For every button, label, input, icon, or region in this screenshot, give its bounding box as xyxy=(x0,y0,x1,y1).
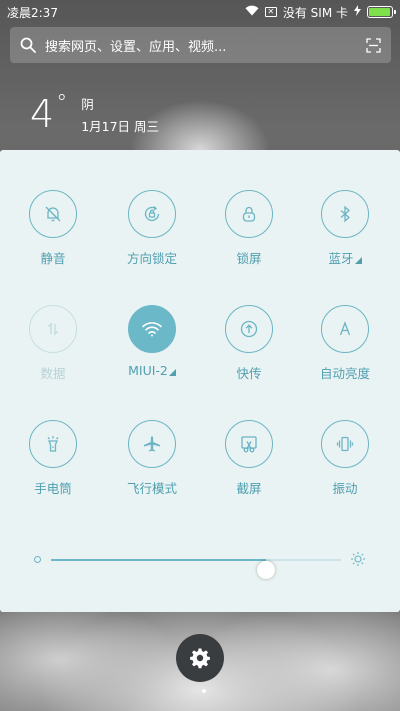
tile-auto-brightness[interactable]: 自动亮度 xyxy=(300,305,390,382)
status-time: 凌晨2:37 xyxy=(7,5,58,20)
expand-indicator-icon xyxy=(354,257,362,264)
weather-date: 1月17日 周三 xyxy=(81,119,160,134)
tile-silent[interactable]: 静音 xyxy=(8,190,98,267)
brightness-high-icon xyxy=(350,551,366,571)
sim-x-icon: ✕ xyxy=(264,7,277,17)
tile-bluetooth[interactable]: 蓝牙 xyxy=(300,190,390,267)
tile-label: 手电筒 xyxy=(34,481,72,496)
status-icons: ✕ 没有 SIM 卡 xyxy=(245,4,396,21)
mobile-data-icon xyxy=(29,305,77,353)
airplane-icon xyxy=(128,420,176,468)
tile-label: MIUI-2 xyxy=(107,363,197,378)
auto-brightness-icon xyxy=(321,305,369,353)
tile-label-text: MIUI-2 xyxy=(128,363,168,378)
bluetooth-icon xyxy=(321,190,369,238)
rotation-lock-icon xyxy=(128,190,176,238)
tile-label: 振动 xyxy=(332,481,358,496)
tile-label: 静音 xyxy=(40,251,66,266)
screenshot-icon xyxy=(225,420,273,468)
brightness-low-icon xyxy=(34,556,41,563)
wifi-status-icon xyxy=(245,5,259,19)
tile-flashlight[interactable]: 手电筒 xyxy=(8,420,98,497)
temperature-unit: ° xyxy=(56,91,68,116)
settings-button[interactable] xyxy=(176,634,224,682)
quick-transfer-icon xyxy=(225,305,273,353)
brightness-track-fill xyxy=(51,559,266,561)
tile-label: 截屏 xyxy=(236,481,262,496)
tile-label: 自动亮度 xyxy=(319,366,370,381)
tile-vibrate[interactable]: 振动 xyxy=(300,420,390,497)
silent-bell-icon xyxy=(29,190,77,238)
tile-quick-transfer[interactable]: 快传 xyxy=(204,305,294,382)
quick-settings-panel: 静音 方向锁定 锁屏 蓝牙 数据 MIUI-2 快传 自动亮度 手电筒 飞行模式… xyxy=(0,150,400,612)
tile-wifi[interactable]: MIUI-2 xyxy=(107,305,197,378)
tile-label: 数据 xyxy=(40,366,66,381)
brightness-thumb[interactable] xyxy=(256,561,275,579)
tile-label-text: 蓝牙 xyxy=(328,251,354,266)
lock-icon xyxy=(225,190,273,238)
expand-indicator-icon xyxy=(168,369,176,376)
tile-airplane-mode[interactable]: 飞行模式 xyxy=(107,420,197,497)
search-input[interactable]: 搜索网页、设置、应用、视频... xyxy=(45,36,366,55)
page-indicator-dot xyxy=(202,689,206,693)
charging-icon xyxy=(354,5,361,19)
vibrate-icon xyxy=(321,420,369,468)
tile-label: 快传 xyxy=(236,366,262,381)
tile-label: 飞行模式 xyxy=(126,481,177,496)
weather-condition: 阴 xyxy=(81,97,94,112)
brightness-slider[interactable] xyxy=(34,548,370,579)
status-bar: 凌晨2:37 ✕ 没有 SIM 卡 xyxy=(0,0,400,24)
weather-meta: 阴 1月17日 周三 xyxy=(81,96,159,136)
no-sim-text: 没有 SIM 卡 xyxy=(282,5,348,20)
flashlight-icon xyxy=(29,420,77,468)
temperature: 4° xyxy=(30,91,68,137)
tile-label: 蓝牙 xyxy=(300,248,390,267)
search-bar[interactable]: 搜索网页、设置、应用、视频... xyxy=(10,27,391,63)
tile-mobile-data[interactable]: 数据 xyxy=(8,305,98,382)
tile-screenshot[interactable]: 截屏 xyxy=(204,420,294,497)
tile-label: 锁屏 xyxy=(236,251,262,266)
temperature-value: 4 xyxy=(30,92,55,136)
search-icon xyxy=(20,37,36,53)
battery-level-fill xyxy=(369,8,390,16)
scan-icon[interactable] xyxy=(366,37,381,53)
tile-rotation-lock[interactable]: 方向锁定 xyxy=(107,190,197,267)
wifi-icon xyxy=(128,305,176,353)
tile-label: 方向锁定 xyxy=(126,251,177,266)
tile-lock-screen[interactable]: 锁屏 xyxy=(204,190,294,267)
brightness-track[interactable] xyxy=(51,559,341,579)
gear-icon xyxy=(190,648,210,669)
weather-widget[interactable]: 4° 阴 1月17日 周三 xyxy=(30,91,159,137)
battery-icon xyxy=(367,6,396,18)
